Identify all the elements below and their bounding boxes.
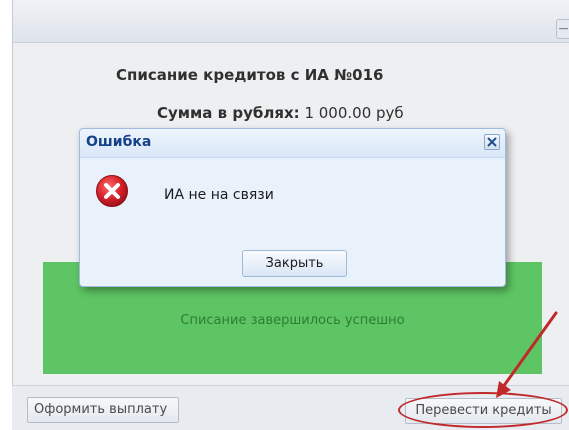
- dialog-title: Ошибка: [86, 134, 152, 150]
- collapse-button[interactable]: −: [556, 19, 569, 39]
- annotation-oval: [398, 392, 568, 428]
- error-dialog: Ошибка ИА не на связи Закрыть: [79, 128, 506, 287]
- error-icon: [96, 175, 128, 207]
- dialog-close-button[interactable]: Закрыть: [242, 250, 347, 277]
- issue-payment-button[interactable]: Оформить выплату: [27, 397, 179, 423]
- amount-label: Сумма в рублях:: [157, 104, 300, 122]
- page-title: Списание кредитов с ИА №016: [116, 66, 384, 84]
- amount-value: 1 000.00 руб: [304, 104, 404, 122]
- app-screen: − Списание кредитов с ИА №016 Сумма в ру…: [0, 0, 569, 430]
- success-message: Списание завершилось успешно: [180, 313, 405, 328]
- amount-row: Сумма в рублях: 1 000.00 руб: [157, 104, 404, 122]
- window-header: −: [13, 0, 569, 43]
- dialog-header: Ошибка: [80, 129, 505, 158]
- dialog-message: ИА не на связи: [164, 187, 274, 203]
- close-icon[interactable]: [484, 134, 500, 150]
